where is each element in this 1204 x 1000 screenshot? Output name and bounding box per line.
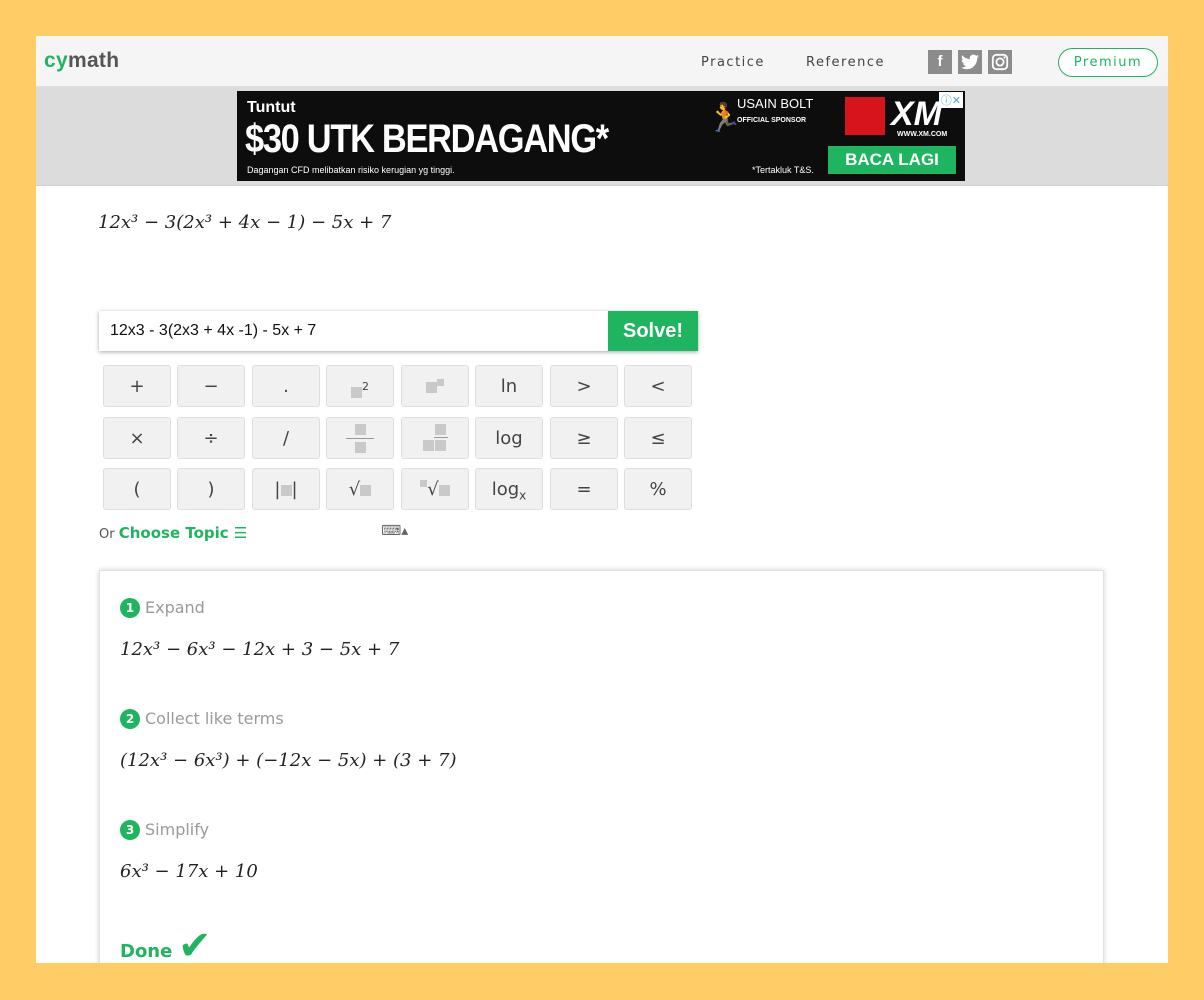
key-close-paren[interactable]: ) <box>177 468 245 510</box>
nav-reference-link[interactable]: Reference <box>806 55 885 70</box>
key-open-paren[interactable]: ( <box>103 468 171 510</box>
ad-headline: $30 UTK BERDAGANG* <box>245 117 609 161</box>
site-logo[interactable]: cymath <box>44 49 119 73</box>
step-number: 2 <box>120 709 140 729</box>
done-label: Done <box>120 941 173 962</box>
ad-disclaimer: Dagangan CFD melibatkan risiko kerugian … <box>247 165 455 175</box>
checkmark-icon: ✔ <box>178 923 212 963</box>
step-number: 3 <box>120 820 140 840</box>
logo-cy: cy <box>44 49 68 72</box>
key-fraction[interactable] <box>326 417 394 459</box>
twitter-icon[interactable] <box>958 50 982 74</box>
key-log-base[interactable]: logx <box>475 468 543 510</box>
step-1-title: 1 Expand <box>120 598 205 618</box>
nav-practice-link[interactable]: Practice <box>701 55 765 70</box>
step-2-title: 2 Collect like terms <box>120 709 284 729</box>
key-greater[interactable]: > <box>550 365 618 407</box>
sponsor-name: USAIN BOLT <box>737 96 814 111</box>
bull-icon <box>845 97 885 135</box>
sponsor-tag: OFFICIAL SPONSOR <box>737 117 807 124</box>
key-multiply[interactable]: × <box>103 417 171 459</box>
ad-cta-button[interactable]: BACA LAGI <box>828 146 956 174</box>
key-equals[interactable]: = <box>550 468 618 510</box>
logo-math: math <box>67 49 120 72</box>
key-log[interactable]: log <box>475 417 543 459</box>
premium-button[interactable]: Premium <box>1058 48 1158 77</box>
key-decimal[interactable]: . <box>252 365 320 407</box>
key-slash[interactable]: / <box>252 417 320 459</box>
key-sqrt[interactable]: √ <box>326 468 394 510</box>
key-power[interactable] <box>401 365 469 407</box>
key-percent[interactable]: % <box>624 468 692 510</box>
xm-brand: XM <box>891 95 942 133</box>
key-nth-root[interactable]: √ <box>401 468 469 510</box>
rendered-expression: 12x³ − 3(2x³ + 4x − 1) − 5x + 7 <box>98 212 392 233</box>
problem-input[interactable] <box>99 311 599 351</box>
browser-page: cymath Practice Reference f Premium Tunt… <box>36 36 1168 963</box>
or-label: Or <box>99 527 115 542</box>
step-number: 1 <box>120 598 140 618</box>
ad-close-icon[interactable]: ⓘ✕ <box>938 92 963 108</box>
step-3-math: 6x³ − 17x + 10 <box>120 861 258 882</box>
key-ln[interactable]: ln <box>475 365 543 407</box>
ad-banner-area: Tuntut $30 UTK BERDAGANG* Dagangan CFD m… <box>36 87 1168 186</box>
key-less-equal[interactable]: ≤ <box>624 417 692 459</box>
advertisement[interactable]: Tuntut $30 UTK BERDAGANG* Dagangan CFD m… <box>237 91 965 181</box>
step-2-math: (12x³ − 6x³) + (−12x − 5x) + (3 + 7) <box>120 750 457 771</box>
top-navbar: cymath Practice Reference f Premium <box>36 36 1168 87</box>
xm-site: WWW.XM.COM <box>897 131 948 138</box>
key-greater-equal[interactable]: ≥ <box>550 417 618 459</box>
key-divide[interactable]: ÷ <box>177 417 245 459</box>
ad-line1: Tuntut <box>247 99 296 116</box>
ad-sponsor: USAIN BOLT OFFICIAL SPONSOR <box>737 97 817 127</box>
key-plus[interactable]: + <box>103 365 171 407</box>
step-1-math: 12x³ − 6x³ − 12x + 3 − 5x + 7 <box>120 639 400 660</box>
key-mixed-fraction[interactable] <box>401 417 469 459</box>
instagram-icon[interactable] <box>988 50 1012 74</box>
choose-topic-link[interactable]: Choose Topic ☰ <box>119 524 248 542</box>
solve-button[interactable]: Solve! <box>608 311 698 351</box>
key-absolute[interactable]: | | <box>252 468 320 510</box>
ad-terms: *Tertakluk T&S. <box>752 165 814 175</box>
step-3-title: 3 Simplify <box>120 820 209 840</box>
problem-input-bar: Solve! <box>99 311 698 351</box>
key-less[interactable]: < <box>624 365 692 407</box>
key-square[interactable]: 2 <box>326 365 394 407</box>
facebook-icon[interactable]: f <box>928 50 952 74</box>
solution-card: 1 Expand 12x³ − 6x³ − 12x + 3 − 5x + 7 2C… <box>99 570 1104 963</box>
key-minus[interactable]: − <box>177 365 245 407</box>
keyboard-toggle-icon[interactable]: ⌨▴ <box>381 523 408 539</box>
choose-topic-row: Or Choose Topic ☰ <box>99 524 247 542</box>
